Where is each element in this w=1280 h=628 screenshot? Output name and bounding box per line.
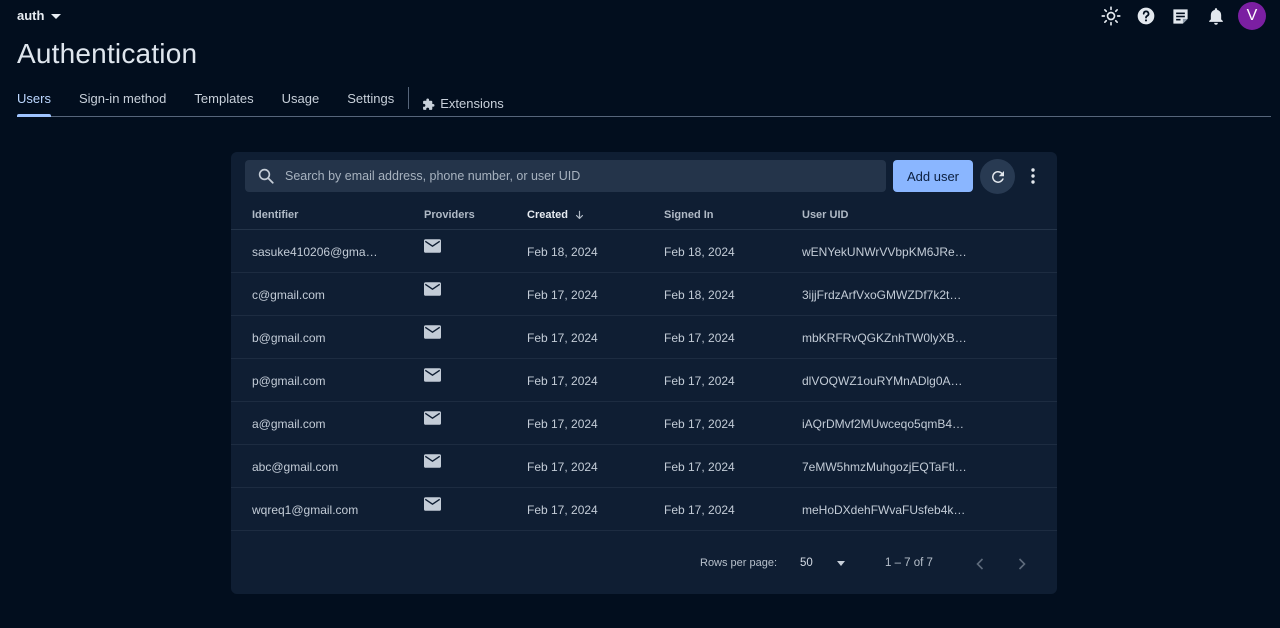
cell-provider [424,325,441,342]
table-row[interactable]: a@gmail.com Feb 17, 2024 Feb 17, 2024 iAQrD… [231,402,1057,445]
email-icon [424,282,441,296]
puzzle-icon [423,98,435,110]
help-icon[interactable] [1128,2,1163,30]
header-providers[interactable]: Providers [424,209,475,221]
add-user-button[interactable]: Add user [893,160,973,192]
search-placeholder: Search by email address, phone number, o… [285,169,581,183]
avatar-letter: V [1246,7,1258,24]
notes-icon[interactable] [1163,2,1198,30]
cell-user-uid: 3ijjFrdzArfVxoGMWZDf7k2t6d... [802,288,967,302]
users-card: Search by email address, phone number, o… [231,152,1057,594]
rows-per-page-value: 50 [800,557,813,569]
tab-usage[interactable]: Usage [282,84,320,116]
tab-bar: Users Sign-in method Templates Usage Set… [17,84,1271,117]
cell-user-uid: dlVOQWZ1ouRYMnADlg0Ae1... [802,374,967,388]
more-options-button[interactable] [1023,160,1043,192]
cell-created: Feb 17, 2024 [527,288,598,302]
cell-identifier: a@gmail.com [252,417,326,431]
cell-provider [424,282,441,299]
tab-sign-in-method[interactable]: Sign-in method [79,84,166,116]
table-row[interactable]: sasuke410206@gmail.... Feb 18, 2024 Feb 18… [231,230,1057,273]
page-range: 1 – 7 of 7 [885,557,933,569]
email-icon [424,325,441,339]
cell-identifier: sasuke410206@gmail.... [252,245,380,259]
email-icon [424,411,441,425]
refresh-button[interactable] [980,159,1015,194]
more-vert-icon [1031,168,1035,184]
cell-signed-in: Feb 17, 2024 [664,503,735,517]
caret-down-icon [51,13,62,19]
cell-identifier: c@gmail.com [252,288,325,302]
arrow-down-icon [575,210,584,219]
cell-user-uid: wENYekUNWrVVbpKM6JReG0... [802,245,967,259]
prev-page-button[interactable] [968,552,992,576]
tab-users[interactable]: Users [17,84,51,117]
table-row[interactable]: c@gmail.com Feb 17, 2024 Feb 18, 2024 3ijjF… [231,273,1057,316]
tab-divider [408,87,410,109]
users-toolbar: Search by email address, phone number, o… [245,159,1045,194]
cell-provider [424,239,441,256]
cell-created: Feb 17, 2024 [527,331,598,345]
table-row[interactable]: b@gmail.com Feb 17, 2024 Feb 17, 2024 mbKRF… [231,316,1057,359]
cell-user-uid: mbKRFRvQGKZnhTW0lyXBEL... [802,331,967,345]
cell-created: Feb 17, 2024 [527,460,598,474]
chevron-left-icon [976,558,984,570]
email-icon [424,239,441,253]
pagination: Rows per page: 50 1 – 7 of 7 [231,542,1057,582]
sun-icon[interactable] [1093,2,1128,30]
avatar[interactable]: V [1238,2,1266,30]
cell-identifier: wqreq1@gmail.com [252,503,359,517]
cell-identifier: abc@gmail.com [252,460,339,474]
cell-created: Feb 17, 2024 [527,417,598,431]
table-row[interactable]: abc@gmail.com Feb 17, 2024 Feb 17, 2024 7eM… [231,445,1057,488]
top-actions: V [1093,2,1266,30]
cell-signed-in: Feb 17, 2024 [664,460,735,474]
project-switcher[interactable]: auth [17,8,62,23]
project-name: auth [17,8,45,23]
email-icon [424,368,441,382]
next-page-button[interactable] [1010,552,1034,576]
header-created-label: Created [527,209,568,221]
cell-signed-in: Feb 18, 2024 [664,245,735,259]
chevron-right-icon [1018,558,1026,570]
page-title: Authentication [17,38,198,69]
cell-user-uid: 7eMW5hmzMuhgozjEQTaFtlw... [802,460,967,474]
cell-signed-in: Feb 17, 2024 [664,331,735,345]
email-icon [424,497,441,511]
cell-signed-in: Feb 18, 2024 [664,288,735,302]
header-identifier[interactable]: Identifier [252,209,298,221]
cell-provider [424,454,441,471]
tab-extensions-label: Extensions [440,96,504,111]
header-user-uid[interactable]: User UID [802,209,848,221]
cell-provider [424,411,441,428]
caret-down-icon [837,560,845,566]
tab-settings[interactable]: Settings [347,84,394,116]
cell-created: Feb 17, 2024 [527,374,598,388]
cell-provider [424,497,441,514]
tab-extensions[interactable]: Extensions [422,84,504,116]
top-bar: auth V [0,0,1280,32]
cell-user-uid: iAQrDMvf2MUwceqo5qmB49... [802,417,967,431]
search-icon [258,168,274,184]
cell-provider [424,368,441,385]
tab-templates[interactable]: Templates [194,84,253,116]
bell-icon[interactable] [1198,2,1233,30]
cell-created: Feb 18, 2024 [527,245,598,259]
email-icon [424,454,441,468]
cell-identifier: p@gmail.com [252,374,326,388]
refresh-icon [991,170,1004,183]
cell-signed-in: Feb 17, 2024 [664,417,735,431]
rows-per-page-label: Rows per page: [700,557,778,569]
cell-signed-in: Feb 17, 2024 [664,374,735,388]
table-header: Identifier Providers Created Signed In U… [231,200,1057,230]
header-signed-in[interactable]: Signed In [664,209,714,221]
cell-user-uid: meHoDXdehFWvaFUsfeb4kH... [802,503,967,517]
header-created[interactable]: Created [527,209,585,221]
table-row[interactable]: p@gmail.com Feb 17, 2024 Feb 17, 2024 dlVOQ… [231,359,1057,402]
cell-identifier: b@gmail.com [252,331,326,345]
table-row[interactable]: wqreq1@gmail.com Feb 17, 2024 Feb 17, 2024… [231,488,1057,531]
rows-per-page-select[interactable]: 50 [800,551,845,575]
search-input[interactable]: Search by email address, phone number, o… [245,160,886,192]
cell-created: Feb 17, 2024 [527,503,598,517]
